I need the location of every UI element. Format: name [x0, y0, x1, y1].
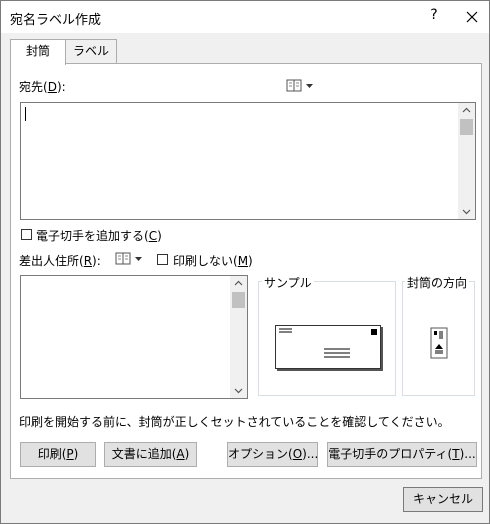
- options-button[interactable]: オプション(O)...: [227, 442, 318, 467]
- omit-return-address-label[interactable]: 印刷しない(M): [173, 252, 253, 269]
- scroll-thumb[interactable]: [232, 292, 245, 308]
- tab-envelopes[interactable]: 封筒: [10, 39, 66, 65]
- text-caret: [25, 107, 26, 121]
- delivery-address-label: 宛先(D):: [19, 80, 66, 94]
- scroll-down-icon[interactable]: [234, 386, 243, 395]
- delivery-address-input[interactable]: [20, 102, 476, 220]
- omit-return-address-checkbox[interactable]: [157, 254, 168, 265]
- address-book-icon: [286, 79, 313, 92]
- envelope-preview[interactable]: [275, 325, 381, 369]
- epostage-properties-button[interactable]: 電子切手のプロパティ(T)...: [327, 442, 477, 467]
- feed-title: 封筒の方向: [405, 274, 470, 291]
- envelopes-and-labels-dialog: 宛名ラベル作成 ? 封筒 ラベル 宛先(D): 電子切手を追加する(C) 差出人…: [0, 0, 490, 524]
- add-to-document-button[interactable]: 文書に追加(A): [104, 442, 197, 467]
- address-book-icon: [115, 252, 142, 265]
- scroll-thumb[interactable]: [460, 119, 473, 135]
- preview-title: サンプル: [262, 274, 314, 291]
- close-icon: [466, 11, 478, 23]
- scroll-up-icon[interactable]: [462, 106, 471, 115]
- return-address-scrollbar[interactable]: [230, 276, 247, 398]
- cancel-button[interactable]: キャンセル: [403, 487, 483, 512]
- return-address-label: 差出人住所(R):: [19, 254, 101, 268]
- tab-labels[interactable]: ラベル: [65, 39, 117, 64]
- feed-group: 封筒の方向: [402, 274, 475, 396]
- print-button[interactable]: 印刷(P): [20, 442, 96, 467]
- return-address-input[interactable]: [20, 275, 248, 399]
- return-address-book-button[interactable]: [115, 252, 142, 266]
- delivery-address-scrollbar[interactable]: [458, 103, 475, 219]
- envelope-preview-graphic: [279, 328, 377, 358]
- close-button[interactable]: [461, 7, 483, 27]
- help-button[interactable]: ?: [427, 7, 441, 25]
- dropdown-arrow-icon: [135, 257, 142, 261]
- add-epostage-checkbox[interactable]: [21, 229, 32, 240]
- scroll-down-icon[interactable]: [462, 207, 471, 216]
- envelope-feed-icon[interactable]: [430, 327, 448, 359]
- preview-group: サンプル: [258, 274, 396, 396]
- address-book-button[interactable]: [286, 79, 313, 93]
- status-text: 印刷を開始する前に、封筒が正しくセットされていることを確認してください。: [19, 415, 450, 429]
- envelopes-panel: 宛先(D): 電子切手を追加する(C) 差出人住所(R): 印刷しない(M) サ…: [10, 63, 482, 479]
- title-bar: 宛名ラベル作成 ?: [1, 1, 489, 33]
- scroll-up-icon[interactable]: [234, 279, 243, 288]
- dropdown-arrow-icon: [306, 84, 313, 88]
- dialog-title: 宛名ラベル作成: [10, 13, 102, 28]
- add-epostage-label[interactable]: 電子切手を追加する(C): [36, 227, 162, 244]
